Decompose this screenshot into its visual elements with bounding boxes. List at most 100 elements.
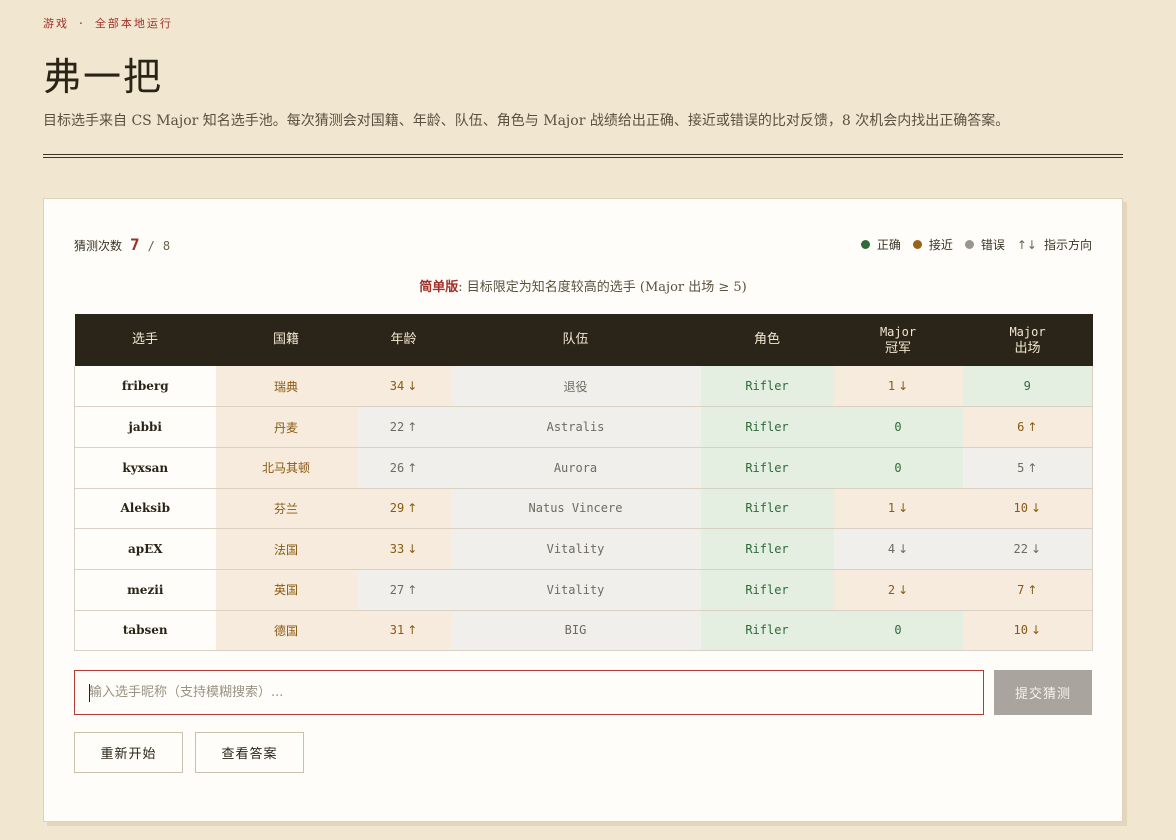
cell-age: 26 ↑ [356, 447, 451, 489]
cell-player: Aleksib [74, 488, 216, 530]
guess-counter-label: 猜测次数 [74, 239, 123, 253]
table-row: jabbi 丹麦 22 ↑ Astralis Rifler 0 6 ↑ [74, 406, 1093, 448]
cell-player: mezii [74, 569, 216, 611]
cell-player: friberg [74, 366, 216, 408]
cell-age: 33 ↓ [356, 528, 451, 570]
cell-team: Vitality [450, 528, 701, 570]
arrow-up-icon: ↑ [407, 582, 418, 597]
legend-correct: 正确 [860, 236, 901, 253]
table-row: friberg 瑞典 34 ↓ 退役 Rifler 1 ↓ 9 [74, 366, 1093, 408]
cell-nationality: 英国 [215, 569, 357, 611]
cell-major-appearances: 5 ↑ [962, 447, 1093, 489]
cell-role: Rifler [700, 610, 834, 652]
header-player: 选手 [74, 314, 216, 366]
table-row: mezii 英国 27 ↑ Vitality Rifler 2 ↓ 7 ↑ [74, 569, 1093, 611]
cell-nationality: 丹麦 [215, 406, 357, 448]
cell-role: Rifler [700, 528, 834, 570]
cell-role: Rifler [700, 447, 834, 489]
page-title: 弗一把 [43, 55, 164, 99]
arrow-down-icon: ↓ [898, 582, 909, 597]
cell-nationality: 芬兰 [215, 488, 357, 530]
cell-nationality: 瑞典 [215, 366, 357, 408]
cell-age: 22 ↑ [356, 406, 451, 448]
difficulty-notice: 简单版: 目标限定为知名度较高的选手 (Major 出场 ≥ 5) [44, 276, 1122, 295]
arrow-down-icon: ↓ [898, 501, 909, 516]
arrow-down-icon: ↓ [898, 542, 909, 557]
arrow-down-icon: ↓ [1030, 542, 1041, 557]
cell-nationality: 法国 [215, 528, 357, 570]
arrow-up-icon: ↑ [407, 460, 418, 475]
cell-major-appearances: 10 ↓ [962, 488, 1093, 530]
cell-major-appearances: 9 [962, 366, 1093, 408]
table-row: kyxsan 北马其顿 26 ↑ Aurora Rifler 0 5 ↑ [74, 447, 1093, 489]
restart-button[interactable]: 重新开始 [74, 732, 183, 773]
arrow-down-icon: ↓ [407, 542, 418, 557]
guess-counter-current: 7 [130, 235, 140, 254]
cell-player: tabsen [74, 610, 216, 652]
game-card: 猜测次数 7 / 8 正确 接近 错误 ↑↓ 指示方向 简单版: 目标限定为知名… [43, 198, 1123, 822]
table-row: tabsen 德国 31 ↑ BIG Rifler 0 10 ↓ [74, 610, 1093, 652]
cell-team: Astralis [450, 406, 701, 448]
cell-age: 31 ↑ [356, 610, 451, 652]
arrow-up-icon: ↑ [407, 623, 418, 638]
cell-major-appearances: 10 ↓ [962, 610, 1093, 652]
cell-role: Rifler [700, 406, 834, 448]
wrong-dot-icon [964, 240, 974, 249]
header-major-appearances: Major 出场 [962, 314, 1093, 366]
legend-close: 接近 [912, 236, 953, 253]
arrow-down-icon: ↓ [407, 379, 418, 394]
cell-major-appearances: 22 ↓ [962, 528, 1093, 570]
section-eyebrow: 游戏 · 全部本地运行 [43, 17, 173, 30]
difficulty-text: : 目标限定为知名度较高的选手 (Major 出场 ≥ 5) [458, 280, 747, 295]
cell-player: kyxsan [74, 447, 216, 489]
arrow-down-icon: ↓ [1030, 623, 1041, 638]
header-team: 队伍 [450, 314, 701, 366]
arrow-up-icon: ↑ [1027, 460, 1038, 475]
difficulty-label: 简单版 [419, 280, 459, 295]
header-nationality: 国籍 [215, 314, 357, 366]
cell-major-wins: 1 ↓ [833, 366, 963, 408]
guess-counter: 猜测次数 7 / 8 [74, 235, 170, 254]
cell-age: 34 ↓ [356, 366, 451, 408]
feedback-legend: 正确 接近 错误 ↑↓ 指示方向 [855, 236, 1092, 253]
arrow-down-icon: ↓ [898, 379, 909, 394]
game-description: 目标选手来自 CS Major 知名选手池。每次猜测会对国籍、年龄、队伍、角色与… [43, 113, 1010, 129]
cell-major-wins: 1 ↓ [833, 488, 963, 530]
cell-role: Rifler [700, 366, 834, 408]
cell-major-wins: 0 [833, 406, 963, 448]
cell-nationality: 北马其顿 [215, 447, 357, 489]
cell-team: 退役 [450, 366, 701, 408]
cell-nationality: 德国 [215, 610, 357, 652]
legend-direction: ↑↓ 指示方向 [1016, 237, 1092, 253]
arrow-down-icon: ↓ [1030, 501, 1041, 516]
guess-counter-max: 8 [162, 239, 171, 253]
arrow-up-icon: ↑ [407, 420, 418, 435]
cell-major-wins: 2 ↓ [833, 569, 963, 611]
cell-team: Aurora [450, 447, 701, 489]
show-answer-button[interactable]: 查看答案 [195, 732, 304, 773]
cell-team: BIG [450, 610, 701, 652]
arrow-up-icon: ↑ [1027, 420, 1038, 435]
cell-major-appearances: 7 ↑ [962, 569, 1093, 611]
header-divider [43, 154, 1123, 158]
submit-guess-button[interactable]: 提交猜测 [994, 670, 1092, 715]
cell-major-appearances: 6 ↑ [962, 406, 1093, 448]
cell-role: Rifler [700, 488, 834, 530]
legend-wrong: 错误 [964, 236, 1005, 253]
guess-table: 选手 国籍 年龄 队伍 角色 Major 冠军 Major 出场 friberg 瑞典… [74, 314, 1093, 652]
player-search-input[interactable] [89, 685, 983, 700]
header-major-wins: Major 冠军 [833, 314, 963, 366]
close-dot-icon [912, 240, 922, 249]
arrow-up-icon: ↑ [1027, 582, 1038, 597]
cell-major-wins: 0 [833, 447, 963, 489]
player-search-field[interactable] [74, 670, 984, 715]
table-header-row: 选手 国籍 年龄 队伍 角色 Major 冠军 Major 出场 [74, 314, 1093, 366]
cell-team: Natus Vincere [450, 488, 701, 530]
header-age: 年龄 [356, 314, 451, 366]
table-row: Aleksib 芬兰 29 ↑ Natus Vincere Rifler 1 ↓ 10 ↓ [74, 488, 1093, 530]
table-row: apEX 法国 33 ↓ Vitality Rifler 4 ↓ 22 ↓ [74, 528, 1093, 570]
direction-arrows-icon: ↑↓ [1016, 237, 1037, 252]
header-role: 角色 [700, 314, 834, 366]
cell-age: 29 ↑ [356, 488, 451, 530]
cell-age: 27 ↑ [356, 569, 451, 611]
